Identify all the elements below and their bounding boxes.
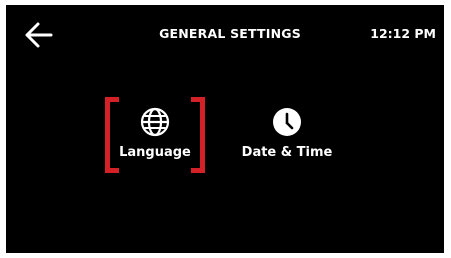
date-time-label: Date & Time	[241, 145, 333, 160]
language-label: Language	[119, 145, 191, 160]
selection-bracket-left	[105, 97, 119, 173]
date-time-tile[interactable]: Date & Time	[237, 97, 337, 169]
globe-icon	[140, 107, 170, 137]
settings-screen: GENERAL SETTINGS 12:12 PM Language Date …	[6, 5, 444, 253]
clock-time: 12:12 PM	[370, 26, 436, 41]
clock-icon	[273, 108, 301, 136]
language-tile[interactable]: Language	[105, 97, 205, 173]
selection-bracket-right	[191, 97, 205, 173]
